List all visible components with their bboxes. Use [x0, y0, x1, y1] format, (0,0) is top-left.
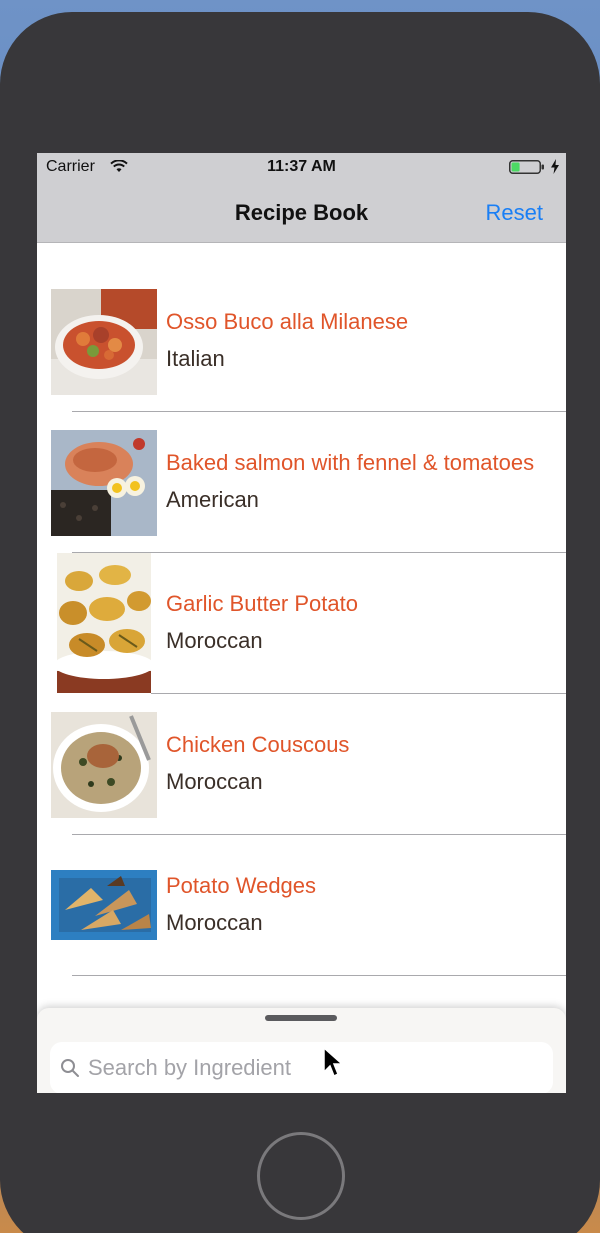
potato-wedges-image	[51, 870, 157, 940]
charging-bolt-icon	[551, 159, 559, 174]
list-item[interactable]: Osso Buco alla Milanese Italian	[37, 244, 566, 412]
recipe-name: Baked salmon with fennel & tomatoes	[166, 450, 535, 475]
mouse-pointer-icon	[323, 1046, 344, 1078]
status-bar: Carrier 11:37 AM	[37, 153, 566, 181]
recipe-cuisine: Moroccan	[166, 628, 263, 653]
baked-salmon-image	[51, 430, 157, 536]
status-time: 11:37 AM	[267, 158, 336, 175]
recipe-name: Osso Buco alla Milanese	[166, 309, 409, 334]
recipe-cuisine: Moroccan	[166, 769, 263, 794]
home-button[interactable]	[257, 1132, 345, 1220]
recipe-cuisine: Italian	[166, 346, 225, 371]
navigation-bar: Recipe Book Reset	[37, 181, 566, 243]
battery-icon	[509, 160, 544, 174]
recipe-cuisine: Moroccan	[166, 910, 263, 935]
row-separator	[72, 975, 566, 976]
chicken-couscous-photo	[51, 712, 157, 818]
list-item[interactable]: Garlic Butter Potato Moroccan	[37, 526, 566, 694]
search-input[interactable]	[88, 1054, 528, 1082]
potato-wedges-photo	[51, 870, 157, 940]
search-icon	[61, 1059, 79, 1077]
reset-button[interactable]: Reset	[486, 200, 543, 226]
recipe-name: Potato Wedges	[166, 873, 317, 898]
osso-buco-photo	[51, 289, 157, 395]
recipe-name: Chicken Couscous	[166, 732, 350, 757]
bottom-search-drawer[interactable]	[37, 1008, 566, 1093]
drawer-grabber-handle[interactable]	[265, 1015, 337, 1021]
recipe-cuisine: American	[166, 487, 259, 512]
phone-screen: Carrier 11:37 AM Recipe Book Reset Osso …	[37, 153, 566, 1093]
chicken-couscous-image	[51, 712, 157, 818]
osso-buco-image	[51, 289, 157, 395]
list-item[interactable]: Chicken Couscous Moroccan	[37, 667, 566, 835]
baked-salmon-photo	[51, 430, 157, 536]
list-item[interactable]: Baked salmon with fennel & tomatoes Amer…	[37, 385, 566, 553]
list-item[interactable]: Potato Wedges Moroccan	[37, 808, 566, 976]
recipe-name: Garlic Butter Potato	[166, 591, 358, 616]
search-field[interactable]	[50, 1042, 553, 1093]
